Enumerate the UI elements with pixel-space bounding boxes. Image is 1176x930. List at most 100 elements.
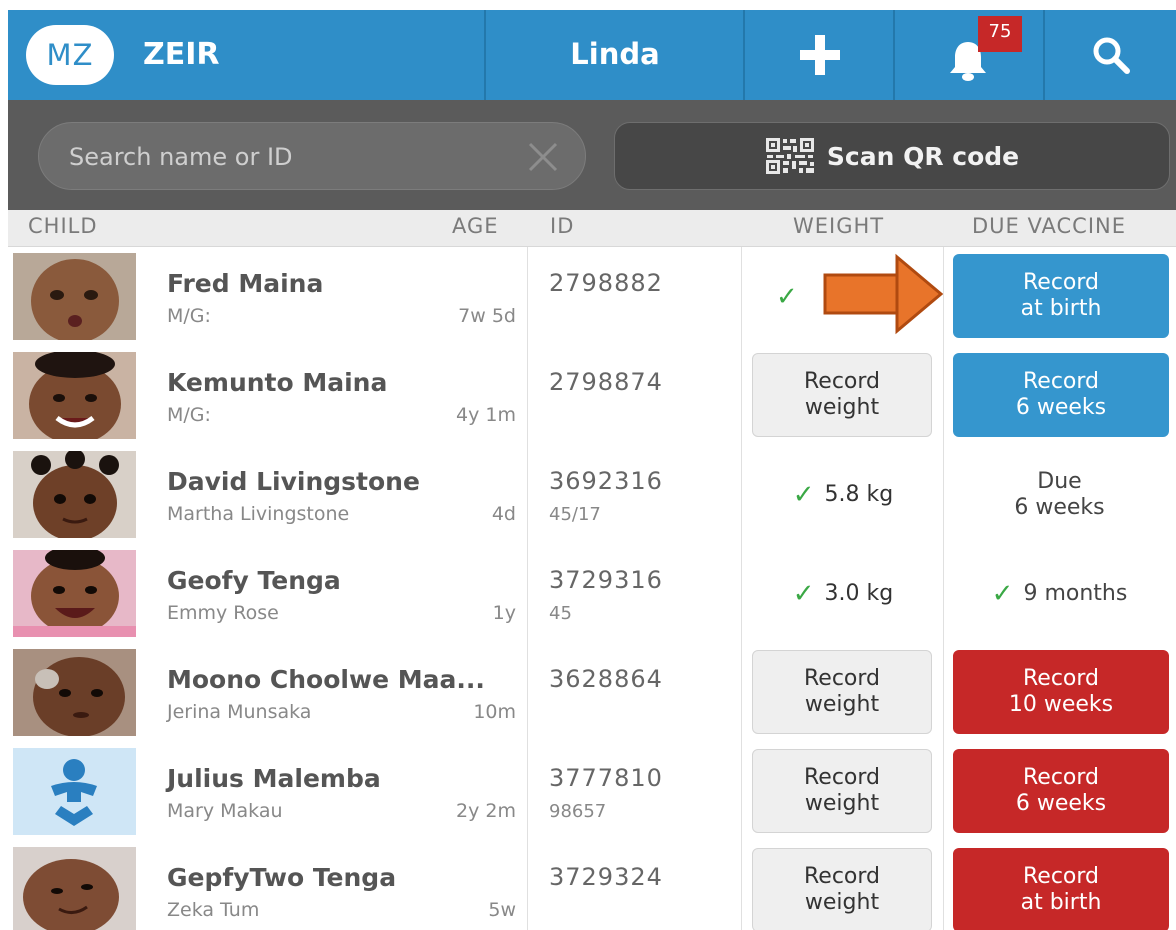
guardian-name: Zeka Tum [167, 899, 260, 921]
child-name: Moono Choolwe Maa... [167, 665, 485, 694]
search-box[interactable] [38, 122, 586, 190]
child-id: 2798882 [549, 269, 663, 297]
logo-text: MZ [46, 38, 94, 72]
arrow-right-icon [823, 253, 943, 335]
column-divider [943, 841, 944, 930]
column-divider [527, 841, 528, 930]
record-weight-button[interactable]: Record weight [752, 650, 932, 734]
column-header-child: CHILD [28, 214, 98, 238]
child-name: Geofy Tenga [167, 566, 341, 595]
child-id: 3692316 [549, 467, 663, 495]
child-photo [13, 352, 136, 439]
child-name: Kemunto Maina [167, 368, 388, 397]
qr-code-icon [764, 137, 815, 175]
guardian-name: Emmy Rose [167, 602, 279, 624]
child-id: 3628864 [549, 665, 663, 693]
child-name: Julius Malemba [167, 764, 381, 793]
child-photo [13, 451, 136, 538]
weight-recorded: ✓ 5.8 kg [743, 445, 943, 544]
search-button[interactable] [1045, 10, 1176, 100]
child-row[interactable]: Fred Maina M/G: 7w 5d 2798882 ✓ Record a… [8, 247, 1176, 347]
search-toolbar: Scan QR code [8, 100, 1176, 210]
column-divider [741, 346, 742, 445]
column-divider [741, 742, 742, 841]
weight-recorded: ✓ 3.0 kg [743, 544, 943, 643]
column-divider [527, 346, 528, 445]
child-name: David Livingstone [167, 467, 420, 496]
app-header: MZ ZEIR Linda 75 [8, 10, 1176, 100]
notification-badge: 75 [978, 16, 1022, 52]
column-divider [741, 643, 742, 742]
vaccine-due-status: Due 6 weeks [1014, 468, 1105, 520]
check-icon: ✓ [776, 281, 798, 312]
column-divider [527, 643, 528, 742]
check-icon: ✓ [792, 578, 815, 609]
child-id: 2798874 [549, 368, 663, 396]
column-divider [943, 643, 944, 742]
vaccine-given-status: ✓ 9 months [943, 544, 1176, 643]
child-age: 7w 5d [458, 305, 516, 327]
record-weight-button[interactable]: Record weight [752, 353, 932, 437]
column-divider [943, 742, 944, 841]
column-header-weight: WEIGHT [793, 214, 885, 238]
record-vaccine-button[interactable]: Record 10 weeks [953, 650, 1169, 734]
column-divider [741, 247, 742, 346]
record-weight-button[interactable]: Record weight [752, 749, 932, 833]
column-header-id: ID [550, 214, 575, 238]
child-row[interactable]: Kemunto Maina M/G: 4y 1m 2798874 Record … [8, 346, 1176, 446]
child-photo [13, 253, 136, 340]
search-icon [1093, 37, 1130, 74]
record-vaccine-button[interactable]: Record 6 weeks [953, 749, 1169, 833]
child-id: 3729324 [549, 863, 663, 891]
column-divider [741, 544, 742, 643]
column-divider [741, 445, 742, 544]
child-photo [13, 550, 136, 637]
weight-value: 3.0 kg [824, 581, 894, 606]
child-photo [13, 649, 136, 736]
child-name: GepfyTwo Tenga [167, 863, 397, 892]
child-photo [13, 847, 136, 930]
check-icon: ✓ [991, 578, 1014, 609]
child-row[interactable]: GepfyTwo Tenga Zeka Tum 5w 3729324 Recor… [8, 841, 1176, 930]
child-secondary-id: 45 [549, 603, 572, 624]
guardian-name: Martha Livingstone [167, 503, 350, 525]
plus-icon [800, 35, 840, 75]
column-divider [527, 247, 528, 346]
app-logo[interactable]: MZ [26, 25, 114, 85]
record-vaccine-button[interactable]: Record at birth [953, 254, 1169, 338]
child-age: 4y 1m [456, 404, 516, 426]
child-row[interactable]: David Livingstone Martha Livingstone 4d … [8, 445, 1176, 545]
user-name[interactable]: Linda [486, 37, 744, 71]
add-child-button[interactable] [745, 10, 895, 100]
weight-value: 5.8 kg [824, 482, 894, 507]
app-frame: MZ ZEIR Linda 75 Search name or ID Scan … [8, 10, 1176, 930]
clear-icon[interactable] [525, 139, 561, 175]
notifications-button[interactable]: 75 [895, 10, 1045, 100]
guardian-name: Mary Makau [167, 800, 283, 822]
record-weight-button[interactable]: Record weight [752, 848, 932, 930]
child-id: 3729316 [549, 566, 663, 594]
child-id: 3777810 [549, 764, 663, 792]
guardian-name: M/G: [167, 305, 211, 327]
column-header-age: AGE [452, 214, 499, 238]
child-name: Fred Maina [167, 269, 324, 298]
app-title: ZEIR [143, 37, 220, 72]
column-divider [527, 544, 528, 643]
column-header-bar: CHILD AGE ID WEIGHT DUE VACCINE [8, 210, 1176, 247]
guardian-name: Jerina Munsaka [167, 701, 312, 723]
scan-qr-label: Scan QR code [826, 141, 1020, 171]
search-input[interactable] [67, 136, 501, 178]
child-row[interactable]: Julius Malemba Mary Makau 2y 2m 3777810 … [8, 742, 1176, 842]
column-divider [527, 445, 528, 544]
child-row[interactable]: Moono Choolwe Maa... Jerina Munsaka 10m … [8, 643, 1176, 743]
column-divider [741, 841, 742, 930]
child-age: 10m [473, 701, 516, 723]
child-age: 2y 2m [456, 800, 516, 822]
column-divider [527, 742, 528, 841]
record-vaccine-button[interactable]: Record at birth [953, 848, 1169, 930]
child-row[interactable]: Geofy Tenga Emmy Rose 1y 3729316 45 ✓ 3.0… [8, 544, 1176, 644]
child-secondary-id: 98657 [549, 801, 607, 822]
child-secondary-id: 45/17 [549, 504, 601, 525]
scan-qr-button[interactable]: Scan QR code [614, 122, 1170, 190]
record-vaccine-button[interactable]: Record 6 weeks [953, 353, 1169, 437]
